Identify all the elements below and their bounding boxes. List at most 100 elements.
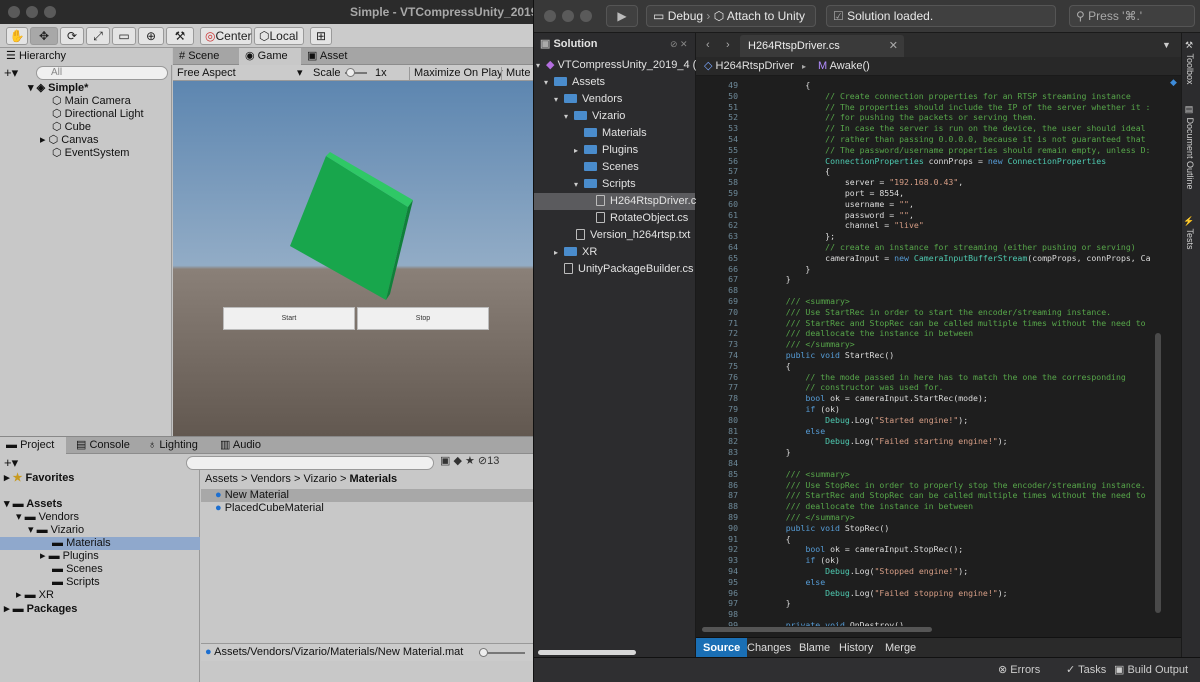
tab-merge[interactable]: Merge <box>878 638 923 658</box>
code-line[interactable]: cameraInput = new CameraInputBufferStrea… <box>766 253 1150 264</box>
pivot-local-button[interactable]: ⬡Local <box>254 27 304 45</box>
stop-button[interactable]: Stop <box>357 307 489 330</box>
code-line[interactable]: /// Use StartRec in order to start the e… <box>766 307 1111 318</box>
hierarchy-item[interactable]: ▸ ⬡ Canvas <box>40 134 99 147</box>
tab-console[interactable]: ▤ Console <box>70 437 136 454</box>
code-line[interactable]: username = "", <box>766 199 914 210</box>
code-line[interactable]: else <box>766 577 825 588</box>
tree-vizario[interactable]: ▾ ▬ Vizario <box>28 524 84 537</box>
hierarchy-item[interactable]: ⬡ Main Camera <box>52 95 131 108</box>
code-line[interactable]: /// <summary> <box>766 469 850 480</box>
code-line[interactable]: { <box>766 361 791 372</box>
code-line[interactable]: Debug.Log("Failed stopping engine!"); <box>766 588 1007 599</box>
game-viewport[interactable]: Start Stop <box>173 81 540 436</box>
code-line[interactable]: // Create connection properties for an R… <box>766 91 1131 102</box>
tab-blame[interactable]: Blame <box>792 638 837 658</box>
tree-file-selected[interactable]: H264RtspDriver.cs <box>534 193 702 210</box>
nav-forward-icon[interactable]: › <box>726 37 730 54</box>
config-selector[interactable]: ▭ Debug › ⬡ Attach to Unity <box>646 5 816 27</box>
code-line[interactable]: } <box>766 264 810 275</box>
document-outline-pad[interactable]: ▤ Document Outline <box>1185 105 1195 190</box>
code-line[interactable]: server = "192.168.0.43", <box>766 177 963 188</box>
tab-overflow-icon[interactable]: ▼ <box>1162 37 1171 54</box>
tree-file[interactable]: UnityPackageBuilder.cs <box>564 261 694 278</box>
tree-file[interactable]: RotateObject.cs <box>596 210 688 227</box>
code-line[interactable]: ConnectionProperties connProps = new Con… <box>766 156 1106 167</box>
nav-back-icon[interactable]: ‹ <box>706 37 710 54</box>
code-line[interactable]: /// StartRec and StopRec can be called m… <box>766 318 1146 329</box>
code-line[interactable]: Debug.Log("Failed starting engine!"); <box>766 436 1007 447</box>
rotate-tool-icon[interactable]: ⟳ <box>60 27 84 45</box>
solution-root[interactable]: ▾ ◆ VTCompressUnity_2019_4 (arth_ <box>536 57 721 74</box>
code-line[interactable]: } <box>766 447 791 458</box>
minimize-dot[interactable] <box>562 10 574 22</box>
code-line[interactable]: { <box>766 166 830 177</box>
code-line[interactable]: { <box>766 80 810 91</box>
code-line[interactable]: Debug.Log("Stopped engine!"); <box>766 566 968 577</box>
scale-slider-thumb[interactable] <box>346 68 355 77</box>
code-line[interactable]: private void OnDestroy() <box>766 620 904 626</box>
tree-folder[interactable]: ▾ Assets <box>544 74 605 91</box>
tab-game[interactable]: ◉ Game <box>239 48 301 65</box>
tab-changes[interactable]: Changes <box>740 638 798 658</box>
tree-folder[interactable]: ▸ XR <box>554 244 597 261</box>
code-line[interactable]: { <box>766 534 791 545</box>
file-item[interactable]: ● New Material <box>201 489 540 502</box>
grid-snap-icon[interactable]: ⊞ <box>310 27 332 45</box>
code-line[interactable]: /// deallocate the instance in between <box>766 328 973 339</box>
crumb-class[interactable]: ◇ H264RtspDriver <box>704 58 794 75</box>
tree-scripts[interactable]: ▬ Scripts <box>52 576 100 589</box>
tasks-pad-button[interactable]: ✓ Tasks <box>1066 662 1106 679</box>
close-dot[interactable] <box>8 6 20 18</box>
code-line[interactable]: // the mode passed in here has to match … <box>766 372 1125 383</box>
tab-hierarchy[interactable]: ☰ Hierarchy <box>0 48 172 65</box>
move-tool-icon[interactable]: ✥ <box>30 27 58 45</box>
code-line[interactable]: // The password/username properties shou… <box>766 145 1150 156</box>
code-line[interactable]: /// </summary> <box>766 512 855 523</box>
transform-tool-icon[interactable]: ⊕ <box>138 27 164 45</box>
tree-plugins[interactable]: ▸ ▬ Plugins <box>40 550 99 563</box>
hierarchy-item[interactable]: ⬡ Cube <box>52 121 91 134</box>
breadcrumb-item[interactable]: Assets <box>205 473 238 485</box>
project-search-input[interactable] <box>186 456 434 470</box>
tree-materials[interactable]: ▬ Materials <box>0 537 200 550</box>
hierarchy-add-button[interactable]: +▾ <box>4 66 18 79</box>
editor-tab[interactable]: H264RtspDriver.cs ✕ <box>740 35 904 57</box>
tree-scenes[interactable]: ▬ Scenes <box>52 563 103 576</box>
code-line[interactable]: /// Use StopRec in order to properly sto… <box>766 480 1146 491</box>
tree-xr[interactable]: ▸ ▬ XR <box>16 589 54 602</box>
code-area[interactable]: 49 {50 // Create connection properties f… <box>696 76 1181 626</box>
file-item[interactable]: ● PlacedCubeMaterial <box>215 502 324 515</box>
favorites-row[interactable]: ▸ ★ Favorites <box>4 472 74 485</box>
code-line[interactable]: /// StartRec and StopRec can be called m… <box>766 490 1146 501</box>
aspect-dropdown[interactable]: Free Aspect ▾ <box>177 67 305 80</box>
close-icon[interactable]: ✕ <box>889 35 898 57</box>
code-line[interactable]: /// <summary> <box>766 296 850 307</box>
hierarchy-item[interactable]: ⬡ EventSystem <box>52 147 129 160</box>
code-line[interactable]: else <box>766 426 825 437</box>
pad-pin-icon[interactable]: ⊘ ✕ <box>670 36 688 53</box>
code-line[interactable]: // In case the server is run on the devi… <box>766 123 1145 134</box>
code-line[interactable]: } <box>766 274 791 285</box>
tree-vendors[interactable]: ▾ ▬ Vendors <box>16 511 79 524</box>
run-button[interactable]: ▶ <box>606 5 638 27</box>
code-line[interactable]: bool ok = cameraInput.StopRec(); <box>766 544 963 555</box>
tab-project[interactable]: ▬ Project <box>0 437 66 454</box>
breadcrumb-item[interactable]: Vendors <box>251 473 291 485</box>
code-line[interactable]: public void StopRec() <box>766 523 890 534</box>
breadcrumb-item[interactable]: Vizario <box>303 473 336 485</box>
tree-folder[interactable]: ▾ Scripts <box>574 176 636 193</box>
tab-lighting[interactable]: ♁ Lighting <box>142 437 210 454</box>
close-dot[interactable] <box>544 10 556 22</box>
tab-history[interactable]: History <box>832 638 880 658</box>
tree-folder[interactable]: ▾ Vendors <box>554 91 622 108</box>
tree-packages[interactable]: ▸ ▬ Packages <box>4 603 77 616</box>
solution-scrollbar[interactable] <box>538 650 636 655</box>
search-field[interactable]: ⚲ Press '⌘.' <box>1069 5 1195 27</box>
code-line[interactable]: // constructor was used for. <box>766 382 943 393</box>
code-line[interactable]: channel = "live" <box>766 220 924 231</box>
mute-toggle[interactable]: Mute <box>501 67 530 80</box>
tests-pad[interactable]: ⚡ Tests <box>1185 215 1195 250</box>
hierarchy-item[interactable]: ⬡ Directional Light <box>52 108 144 121</box>
custom-tool-icon[interactable]: ⚒ <box>166 27 194 45</box>
